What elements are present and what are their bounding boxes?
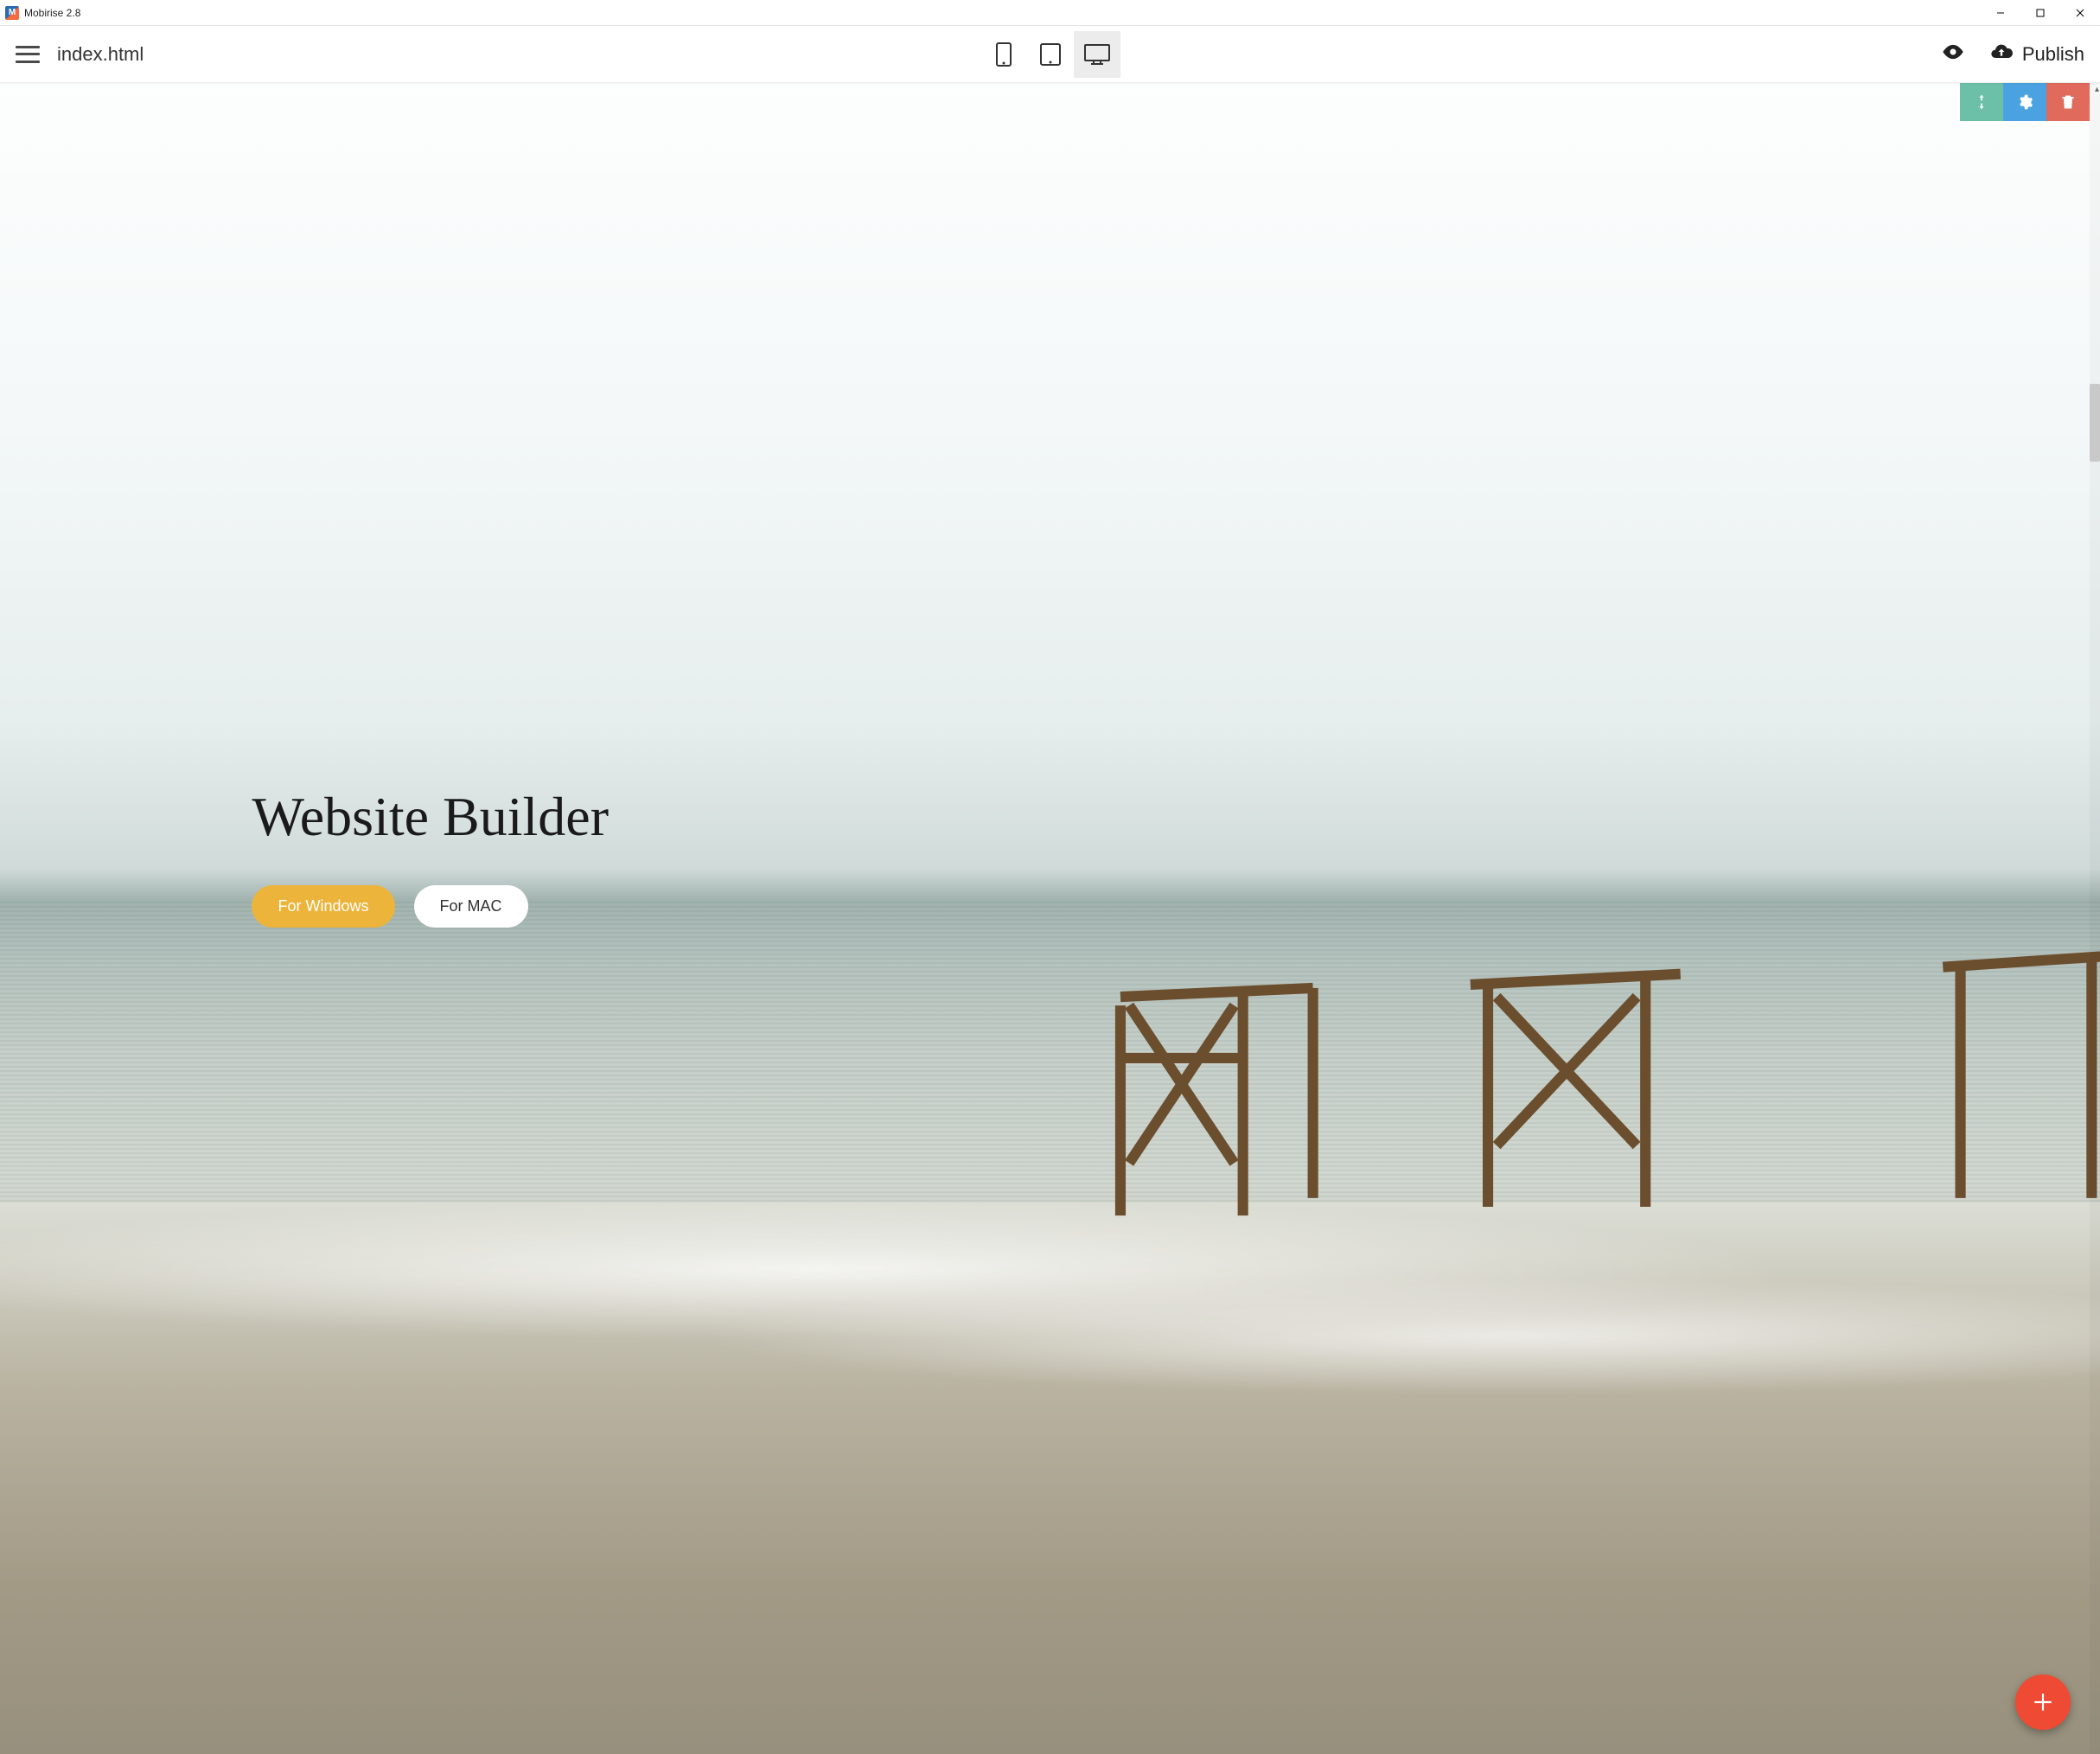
publish-label: Publish xyxy=(2022,43,2084,66)
editor-canvas[interactable]: Website Builder For Windows For MAC ▴ xyxy=(0,83,2100,1754)
hero-button-primary[interactable]: For Windows xyxy=(252,885,394,928)
block-toolbar xyxy=(1960,83,2090,121)
menu-button[interactable] xyxy=(16,46,40,63)
current-page-name[interactable]: index.html xyxy=(57,43,144,66)
window-minimize-button[interactable] xyxy=(1981,0,2020,26)
window-title: Mobirise 2.8 xyxy=(24,7,80,19)
device-desktop-button[interactable] xyxy=(1074,31,1120,78)
scroll-up-icon[interactable]: ▴ xyxy=(2095,85,2099,94)
device-switcher xyxy=(980,31,1120,78)
window-maximize-button[interactable] xyxy=(2020,0,2060,26)
cloud-upload-icon xyxy=(1989,40,2014,69)
hero-button-secondary[interactable]: For MAC xyxy=(414,885,528,928)
trash-icon xyxy=(2059,93,2077,111)
hero-block[interactable]: Website Builder For Windows For MAC xyxy=(252,785,609,928)
hero-title[interactable]: Website Builder xyxy=(252,785,609,849)
block-settings-button[interactable] xyxy=(2003,83,2046,121)
window-titlebar: M Mobirise 2.8 xyxy=(0,0,2100,26)
window-close-button[interactable] xyxy=(2060,0,2100,26)
add-block-button[interactable] xyxy=(2015,1674,2071,1730)
device-mobile-button[interactable] xyxy=(980,31,1027,78)
app-toolbar: index.html Publish xyxy=(0,26,2100,83)
block-delete-button[interactable] xyxy=(2046,83,2090,121)
gear-icon xyxy=(2016,93,2033,111)
block-move-button[interactable] xyxy=(1960,83,2003,121)
app-icon: M xyxy=(5,6,19,20)
bg-pier xyxy=(1050,902,2100,1319)
publish-button[interactable]: Publish xyxy=(1989,40,2084,69)
preview-button[interactable] xyxy=(1941,40,1965,68)
move-vertical-icon xyxy=(1973,93,1990,111)
device-tablet-button[interactable] xyxy=(1027,31,1074,78)
plus-icon xyxy=(2032,1691,2054,1713)
canvas-scrollbar[interactable]: ▴ xyxy=(2090,83,2100,1754)
scroll-thumb[interactable] xyxy=(2090,384,2100,462)
